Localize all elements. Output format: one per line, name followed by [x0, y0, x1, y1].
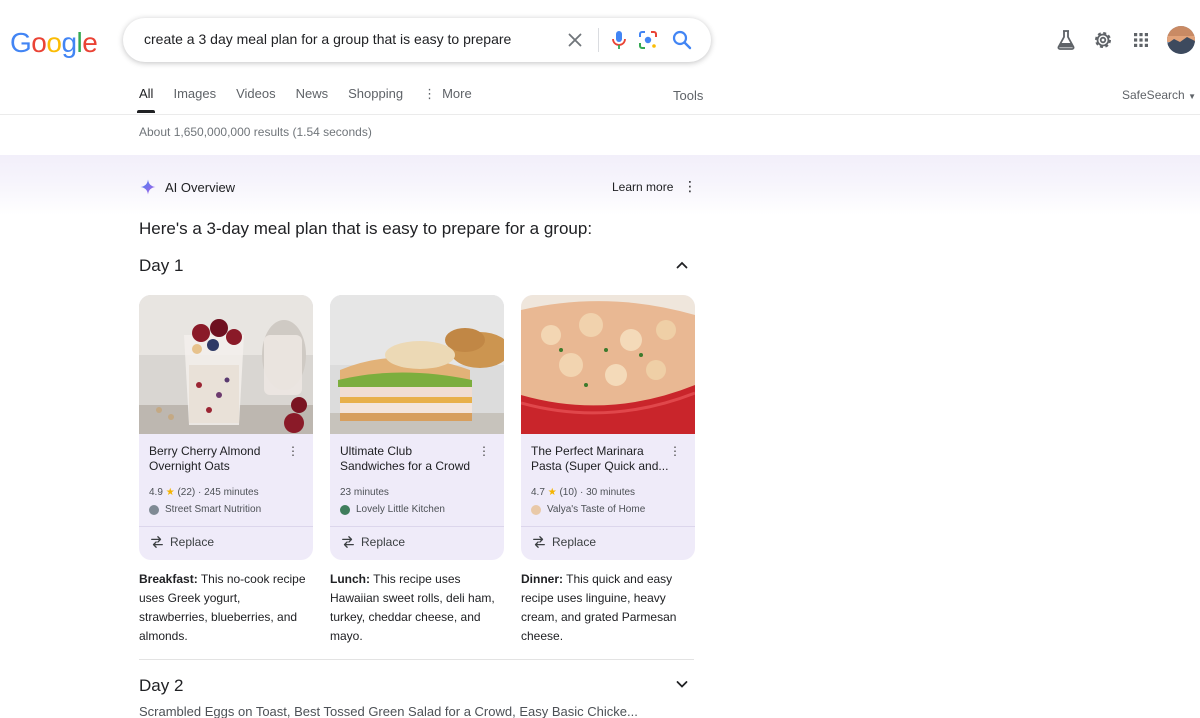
ai-overview-heading: Here's a 3-day meal plan that is easy to…	[139, 219, 593, 238]
more-vert-icon[interactable]: ⋮	[478, 444, 490, 458]
recipe-source[interactable]: Valya's Taste of Home	[531, 504, 645, 515]
replace-button[interactable]: Replace	[532, 535, 596, 549]
logo-letter: o	[46, 27, 62, 58]
meal-description-breakfast: Breakfast: This no-cook recipe uses Gree…	[139, 570, 311, 646]
meal-description-dinner: Dinner: This quick and easy recipe uses …	[521, 570, 693, 646]
mic-icon[interactable]	[607, 28, 631, 52]
caret-down-icon: ▼	[1188, 92, 1196, 101]
day-divider	[139, 659, 694, 660]
card-divider	[139, 526, 313, 527]
star-icon: ★	[165, 487, 175, 498]
more-vert-icon[interactable]: ⋮	[683, 178, 697, 195]
ai-overview-label: AI Overview	[139, 178, 235, 196]
day2-title[interactable]: Day 2	[139, 676, 183, 696]
replace-label: Replace	[170, 535, 215, 549]
more-vert-icon[interactable]: ⋮	[287, 444, 299, 458]
search-box[interactable]: create a 3 day meal plan for a group tha…	[123, 18, 711, 62]
star-icon: ★	[547, 487, 557, 498]
card-divider	[521, 526, 695, 527]
recipe-image	[139, 295, 313, 434]
source-name: Lovely Little Kitchen	[356, 504, 445, 515]
google-logo[interactable]: Google	[10, 27, 98, 59]
source-name: Valya's Taste of Home	[547, 504, 646, 515]
lens-icon[interactable]	[636, 28, 660, 52]
replace-label: Replace	[552, 535, 597, 549]
replace-button[interactable]: Replace	[150, 535, 214, 549]
chevron-down-icon[interactable]	[674, 676, 690, 692]
apps-grid-icon[interactable]	[1129, 28, 1153, 52]
tabs-divider	[0, 114, 1200, 115]
swap-icon	[533, 536, 545, 548]
source-favicon-icon	[149, 504, 159, 515]
meal-label: Lunch:	[330, 572, 370, 586]
logo-letter: G	[10, 27, 32, 58]
swap-icon	[151, 536, 163, 548]
source-name: Street Smart Nutrition	[165, 504, 262, 515]
tab-more[interactable]: ⋮ More	[423, 86, 472, 113]
search-separator	[598, 28, 599, 52]
tools-button[interactable]: Tools	[673, 88, 703, 103]
day1-title[interactable]: Day 1	[139, 256, 183, 276]
review-count: (10)	[559, 487, 578, 498]
learn-more-link[interactable]: Learn more	[612, 180, 673, 194]
ai-overview-title: AI Overview	[165, 179, 236, 195]
recipe-card-dinner[interactable]: The Perfect Marinara Pasta (Super Quick …	[521, 295, 695, 560]
source-favicon-icon	[531, 504, 541, 515]
replace-button[interactable]: Replace	[341, 535, 405, 549]
source-favicon-icon	[340, 504, 350, 515]
tab-videos[interactable]: Videos	[236, 86, 276, 113]
meal-label: Dinner:	[521, 572, 563, 586]
logo-letter: g	[61, 27, 77, 58]
more-vert-icon[interactable]: ⋮	[669, 444, 681, 458]
recipe-source[interactable]: Lovely Little Kitchen	[340, 504, 445, 515]
recipe-meta: 23 minutes	[340, 487, 389, 498]
rating-value: 4.7	[531, 487, 545, 498]
recipe-image	[521, 295, 695, 434]
sparkle-icon	[140, 179, 156, 195]
card-divider	[330, 526, 504, 527]
review-count: (22)	[177, 487, 196, 498]
recipe-title[interactable]: The Perfect Marinara Pasta (Super Quick …	[531, 444, 671, 474]
tab-images[interactable]: Images	[173, 86, 216, 113]
rating-value: 4.9	[149, 487, 163, 498]
recipe-card-breakfast[interactable]: Berry Cherry Almond Overnight Oats ⋮ 4.9…	[139, 295, 313, 560]
replace-label: Replace	[361, 535, 406, 549]
recipe-title[interactable]: Ultimate Club Sandwiches for a Crowd	[340, 444, 480, 474]
cook-time: 245 minutes	[204, 487, 259, 498]
meal-description-lunch: Lunch: This recipe uses Hawaiian sweet r…	[330, 570, 502, 646]
safesearch-label: SafeSearch	[1122, 88, 1185, 102]
search-tabs: All Images Videos News Shopping ⋮ More	[136, 86, 492, 114]
recipe-meta: 4.9 ★ (22) · 245 minutes	[149, 487, 259, 498]
cook-time: 23 minutes	[340, 487, 389, 498]
gear-icon[interactable]	[1091, 28, 1115, 52]
account-avatar[interactable]	[1167, 26, 1195, 54]
logo-letter: e	[82, 27, 98, 58]
recipe-meta: 4.7 ★ (10) · 30 minutes	[531, 487, 636, 498]
flask-icon[interactable]	[1054, 28, 1078, 52]
recipe-title[interactable]: Berry Cherry Almond Overnight Oats	[149, 444, 289, 474]
safesearch-button[interactable]: SafeSearch ▼	[1122, 88, 1196, 102]
meal-label: Breakfast:	[139, 572, 198, 586]
swap-icon	[342, 536, 354, 548]
recipe-card-lunch[interactable]: Ultimate Club Sandwiches for a Crowd ⋮ 2…	[330, 295, 504, 560]
search-input[interactable]: create a 3 day meal plan for a group tha…	[144, 31, 511, 47]
tab-news[interactable]: News	[296, 86, 329, 113]
tab-all[interactable]: All	[136, 86, 156, 113]
result-stats: About 1,650,000,000 results (1.54 second…	[139, 125, 372, 139]
logo-letter: o	[31, 27, 47, 58]
tab-shopping[interactable]: Shopping	[348, 86, 403, 113]
more-vert-icon: ⋮	[423, 86, 437, 101]
recipe-source[interactable]: Street Smart Nutrition	[149, 504, 261, 515]
close-icon[interactable]	[564, 29, 586, 51]
chevron-up-icon[interactable]	[674, 257, 690, 273]
day2-summary: Scrambled Eggs on Toast, Best Tossed Gre…	[139, 704, 638, 718]
search-icon[interactable]	[670, 28, 694, 52]
recipe-image	[330, 295, 504, 434]
cook-time: 30 minutes	[586, 487, 636, 498]
tab-more-label: More	[442, 86, 472, 101]
